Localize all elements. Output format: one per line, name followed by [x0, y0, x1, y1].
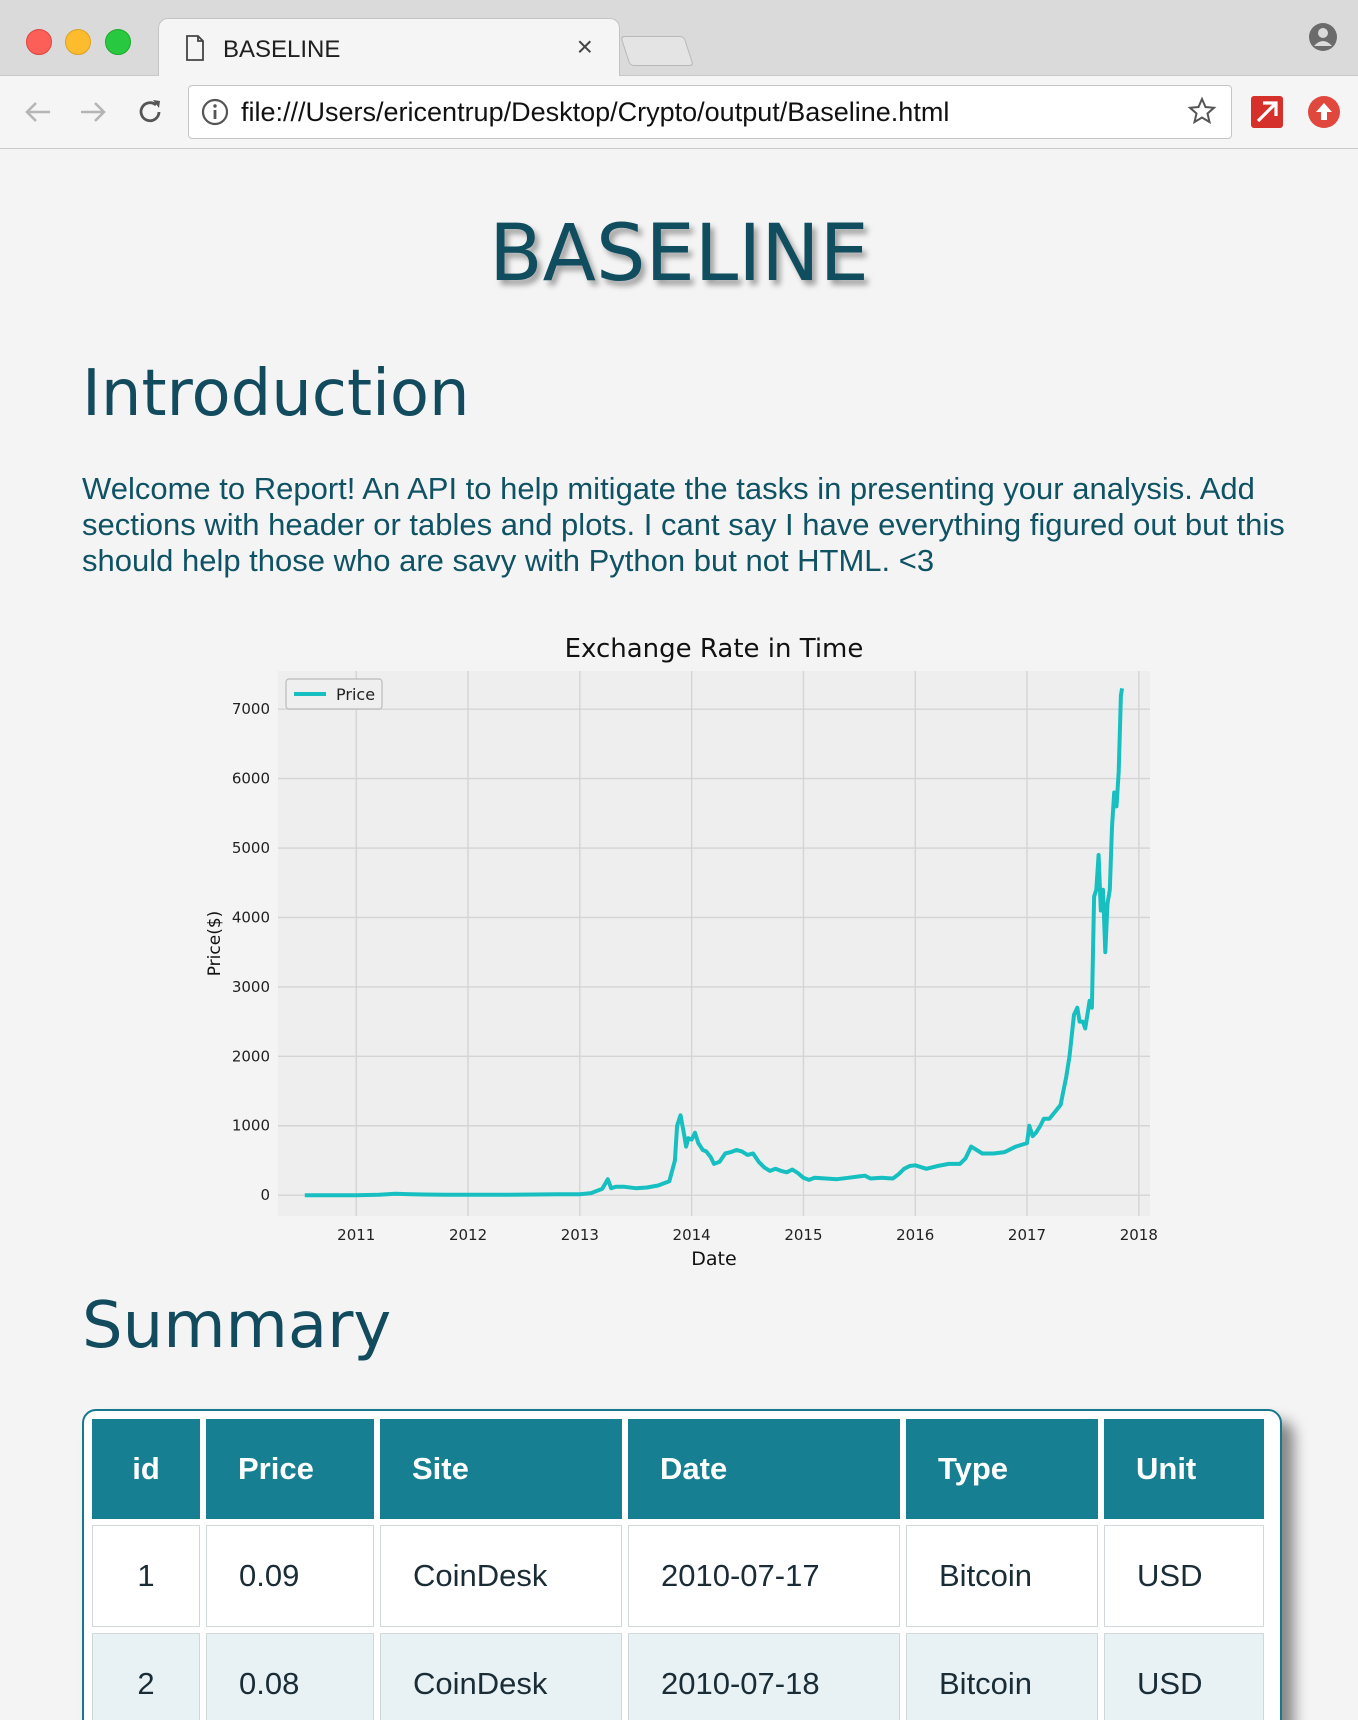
minimize-window-button[interactable] [65, 29, 91, 55]
y-tick-label: 0 [260, 1186, 270, 1204]
tab-title: BASELINE [223, 36, 341, 63]
x-tick-label: 2018 [1120, 1226, 1158, 1244]
cell-date: 2010-07-17 [628, 1525, 900, 1627]
page-title: BASELINE [489, 209, 869, 299]
document-icon [186, 35, 204, 61]
y-tick-label: 4000 [232, 908, 270, 926]
exchange-rate-chart: 0 1000 2000 3000 4000 5000 6000 7000 2011 2012 201… [205, 634, 1158, 1270]
summary-table: id Price Site Date Type Unit 1 0.09 Coin… [82, 1409, 1282, 1720]
cell-site: CoinDesk [380, 1633, 622, 1720]
cell-unit: USD [1104, 1525, 1264, 1627]
extension-upload-icon[interactable] [1308, 96, 1340, 128]
extension-arrow-icon[interactable] [1251, 96, 1283, 128]
maximize-window-button[interactable] [105, 29, 131, 55]
browser-window: BASELINE × file:///Users/ericentrup/Desk… [0, 0, 1358, 1720]
cell-price: 0.09 [206, 1525, 374, 1627]
column-header-site[interactable]: Site [380, 1419, 622, 1519]
cell-unit: USD [1104, 1633, 1264, 1720]
cell-price: 0.08 [206, 1633, 374, 1720]
column-header-date[interactable]: Date [628, 1419, 900, 1519]
new-tab-button[interactable] [620, 36, 694, 66]
back-arrow-icon[interactable] [22, 96, 54, 128]
table-header-row: id Price Site Date Type Unit [92, 1419, 1264, 1519]
x-tick-label: 2016 [896, 1226, 934, 1244]
tab-baseline[interactable]: BASELINE × [158, 18, 620, 77]
x-tick-label: 2011 [337, 1226, 375, 1244]
browser-toolbar: file:///Users/ericentrup/Desktop/Crypto/… [0, 76, 1358, 149]
close-tab-icon[interactable]: × [577, 32, 593, 62]
column-header-unit[interactable]: Unit [1104, 1419, 1264, 1519]
column-header-id[interactable]: id [92, 1419, 200, 1519]
introduction-heading: Introduction [82, 357, 470, 431]
y-tick-label: 3000 [232, 978, 270, 996]
cell-site: CoinDesk [380, 1525, 622, 1627]
info-icon[interactable] [201, 98, 229, 126]
y-tick-label: 1000 [232, 1117, 270, 1135]
reload-icon[interactable] [134, 96, 166, 128]
legend-label: Price [336, 685, 375, 704]
y-axis-label: Price($) [205, 911, 225, 977]
forward-arrow-icon[interactable] [77, 96, 109, 128]
tab-strip: BASELINE × [0, 0, 1358, 77]
chart-title: Exchange Rate in Time [565, 634, 864, 664]
cell-id: 2 [92, 1633, 200, 1720]
x-tick-label: 2012 [449, 1226, 487, 1244]
cell-id: 1 [92, 1525, 200, 1627]
x-tick-label: 2014 [673, 1226, 711, 1244]
y-tick-label: 2000 [232, 1047, 270, 1065]
cell-type: Bitcoin [906, 1525, 1098, 1627]
y-tick-label: 7000 [232, 700, 270, 718]
column-header-type[interactable]: Type [906, 1419, 1098, 1519]
url-text[interactable]: file:///Users/ericentrup/Desktop/Crypto/… [241, 97, 949, 128]
summary-heading: Summary [82, 1289, 392, 1363]
y-tick-label: 6000 [232, 770, 270, 788]
arrow-up-icon [1316, 103, 1332, 120]
bookmark-star-icon[interactable] [1187, 96, 1217, 126]
table-row: 2 0.08 CoinDesk 2010-07-18 Bitcoin USD [92, 1633, 1264, 1720]
y-tick-label: 5000 [232, 839, 270, 857]
x-tick-label: 2015 [784, 1226, 822, 1244]
table-row: 1 0.09 CoinDesk 2010-07-17 Bitcoin USD [92, 1525, 1264, 1627]
close-window-button[interactable] [26, 29, 52, 55]
x-tick-label: 2017 [1008, 1226, 1046, 1244]
introduction-text: Welcome to Report! An API to help mitiga… [82, 471, 1285, 578]
profile-icon[interactable] [1308, 22, 1338, 52]
x-axis-label: Date [691, 1248, 736, 1270]
x-tick-label: 2013 [561, 1226, 599, 1244]
cell-type: Bitcoin [906, 1633, 1098, 1720]
arrow-up-right-icon [1256, 101, 1278, 123]
plot-area [278, 671, 1150, 1216]
column-header-price[interactable]: Price [206, 1419, 374, 1519]
address-bar[interactable]: file:///Users/ericentrup/Desktop/Crypto/… [188, 85, 1232, 139]
page-content: BASELINE Introduction Welcome to Report!… [0, 149, 1358, 1720]
cell-date: 2010-07-18 [628, 1633, 900, 1720]
